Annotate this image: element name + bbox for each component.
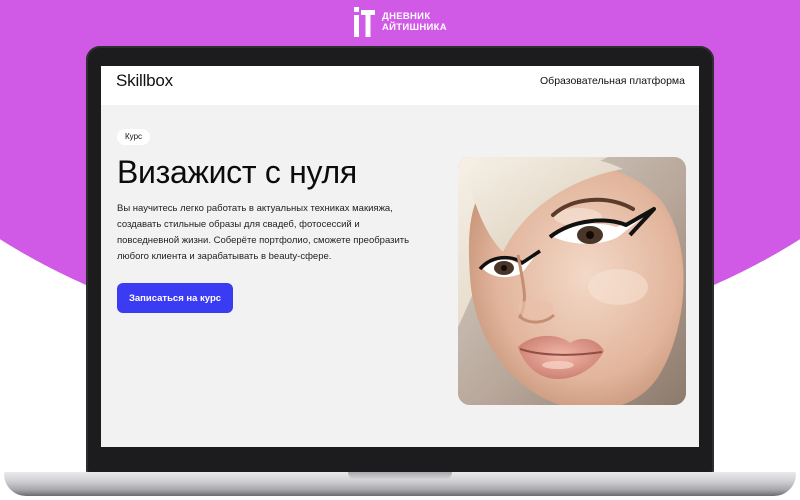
course-description: Вы научитесь легко работать в актуальных…	[117, 203, 410, 262]
enroll-button[interactable]: Записаться на курс	[117, 283, 233, 313]
site-header: Skillbox Образовательная платформа	[101, 66, 699, 105]
site-tagline: Образовательная платформа	[540, 75, 685, 87]
dnevnik-itshnika-logo: ДНЕВНИК АЙТИШНИКА	[352, 6, 447, 38]
course-badge: Курс	[117, 129, 151, 145]
course-title: Визажист с нуля	[117, 154, 357, 190]
stage: ДНЕВНИК АЙТИШНИКА Skillbox Образовательн…	[0, 0, 800, 500]
brand-text: ДНЕВНИК АЙТИШНИКА	[382, 11, 447, 33]
brand-line-1: ДНЕВНИК	[382, 11, 431, 22]
laptop-screen: Skillbox Образовательная платформа Курс …	[101, 66, 699, 447]
laptop-base-notch	[348, 472, 452, 480]
skillbox-logo[interactable]: Skillbox	[116, 71, 173, 91]
makeup-model-portrait	[458, 157, 686, 405]
hero-photo	[458, 157, 686, 405]
it-logo-icon	[354, 7, 375, 37]
brand-line-2: АЙТИШНИКА	[382, 22, 447, 33]
